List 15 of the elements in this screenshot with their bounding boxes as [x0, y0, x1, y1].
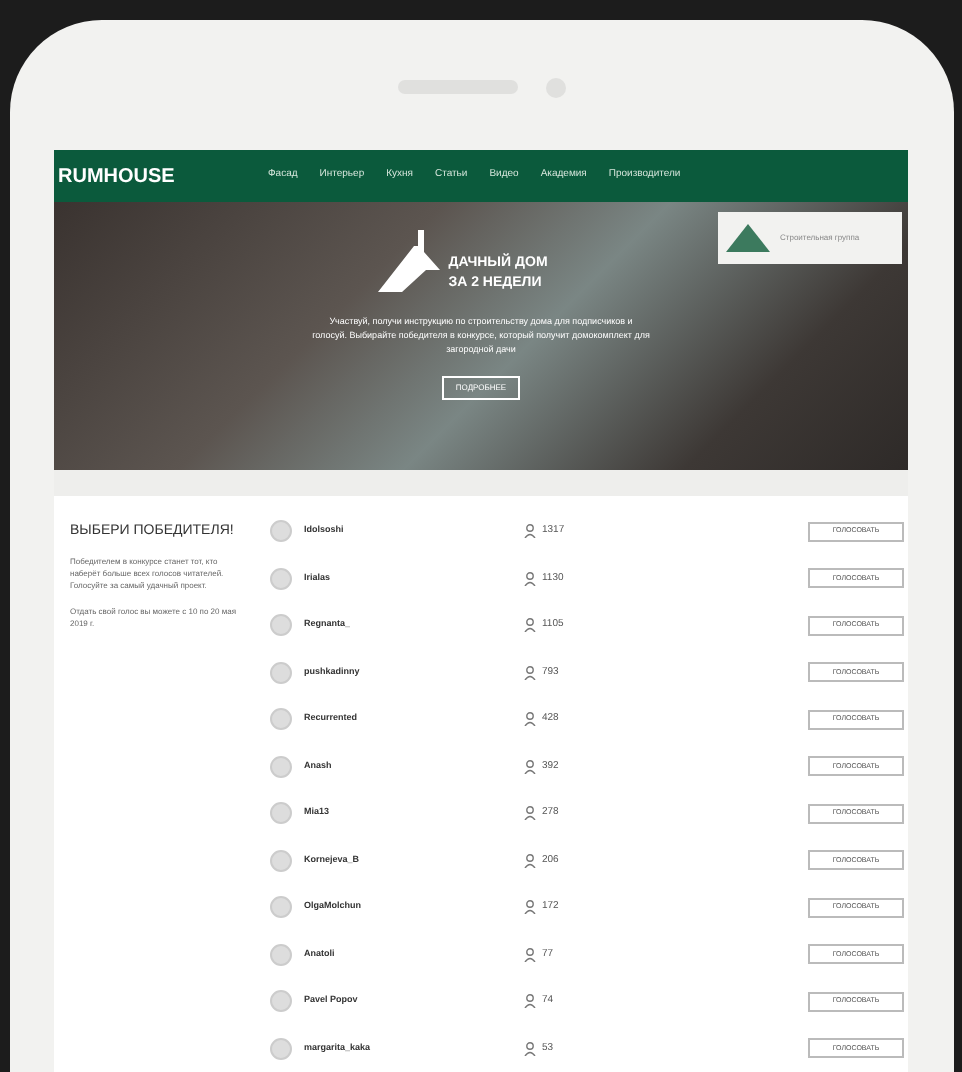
person-icon: [524, 571, 536, 586]
person-icon: [524, 853, 536, 868]
house-roof-icon: [374, 226, 443, 294]
person-icon: [524, 806, 536, 821]
site-logo[interactable]: RUMHOUSE: [58, 161, 268, 191]
person-icon: [524, 1041, 536, 1056]
person-icon: [524, 712, 536, 727]
person-icon: [524, 900, 536, 915]
person-icon: [524, 524, 536, 539]
person-icon: [524, 759, 536, 774]
person-icon: [524, 618, 536, 633]
person-icon: [524, 994, 536, 1009]
person-icon: [524, 665, 536, 680]
triangle-logo-icon: [726, 224, 770, 252]
person-icon: [524, 947, 536, 962]
